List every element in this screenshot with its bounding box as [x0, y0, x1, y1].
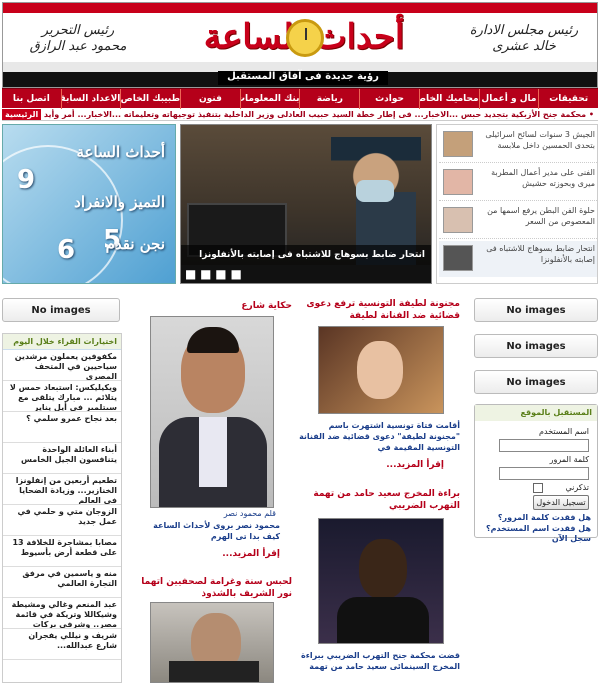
mask-graphic — [356, 180, 394, 202]
nav-item-archive[interactable]: الاعداد السابقة — [60, 89, 120, 109]
list-item[interactable]: أبناء العائلة الواحدة يتنافسون الجيل الخ… — [3, 443, 121, 474]
ticker-home-button[interactable]: الرئيسية — [2, 109, 42, 120]
clock-icon — [286, 19, 324, 57]
article-title[interactable]: حكاية شارع — [140, 300, 292, 312]
author-photo[interactable] — [150, 316, 274, 508]
nav-item-lawyer[interactable]: محاميك الخاص — [418, 89, 479, 109]
thumbnail — [443, 207, 473, 233]
nav-item-sports[interactable]: رياضة — [299, 89, 359, 109]
article-photo[interactable] — [150, 602, 274, 683]
suit-graphic — [337, 597, 429, 643]
hair-graphic — [187, 327, 239, 353]
list-item[interactable]: تطعيم أربعين من إنفلونزا الخنازير... وزي… — [3, 474, 121, 505]
news-ticker[interactable]: • محكمة جنح الأزبكية بتجديد حبس ...الاخب… — [2, 109, 598, 121]
ticker-text[interactable]: • محكمة جنح الأزبكية بتجديد حبس ...الاخب… — [2, 109, 594, 120]
shirt-graphic — [199, 417, 227, 487]
nav-item-doctor[interactable]: طبيبك الخاص — [120, 89, 180, 109]
site-header: رئيس التحرير محمود عبد الرازق أحداث السا… — [2, 2, 598, 88]
suit-graphic — [169, 661, 259, 682]
password-label: كلمة المرور — [549, 455, 589, 464]
read-more-link[interactable]: إقرأ المزيد... — [296, 460, 444, 470]
clock-numeral: 9 — [17, 165, 36, 195]
banner-line-2: التميز والانفراد — [74, 193, 165, 211]
remember-checkbox[interactable] — [533, 483, 543, 493]
chairman-title: رئيس مجلس الادارة — [469, 23, 579, 38]
login-button[interactable]: تسجيل الدخول — [533, 495, 589, 510]
list-item-text[interactable]: الجيش 3 سنوات لسائح اسرائيلى بتحدى الحمس… — [477, 129, 595, 151]
editor-title: رئيس التحرير — [41, 23, 115, 38]
nav-item-investigations[interactable]: تحقيقات — [538, 89, 598, 109]
readers-picks-header: اختيارات القراء خلال اليوم — [3, 334, 121, 350]
thumbnail — [443, 131, 473, 157]
remember-label: تذكرني — [565, 483, 589, 492]
list-item[interactable]: شريف و نيللي يفجران شارع عبدالله... — [3, 629, 121, 660]
list-item[interactable]: الزوجان متي و حلمي في عمل جديد — [3, 505, 121, 536]
main-nav: تحقيقات مال و أعمال محاميك الخاص حوادث ر… — [2, 88, 598, 109]
password-input[interactable] — [499, 467, 589, 480]
list-item[interactable]: حلوة الفن البطن يرفع اسمها من المعصوص من… — [439, 203, 597, 239]
clock-numeral: 6 — [57, 235, 76, 265]
list-item[interactable]: الجيش 3 سنوات لسائح اسرائيلى بتحدى الحمس… — [439, 127, 597, 163]
list-item[interactable]: مكفوفين يعملون مرشدين سياحيين في المتحف … — [3, 350, 121, 381]
article-title[interactable]: براءة المخرج سعيد حامد من تهمة التهرب ال… — [296, 488, 460, 512]
list-item-text[interactable]: حلوة الفن البطن يرفع اسمها من المعصوص من… — [477, 205, 595, 227]
thumbnail — [443, 245, 473, 271]
forgot-username-text[interactable]: هل فقدت اسم المستخدم؟ — [486, 524, 591, 533]
photo-caption: قلم محمود نصر — [223, 509, 276, 518]
nav-item-contact[interactable]: اتصل بنا — [2, 89, 61, 109]
nav-item-arts[interactable]: فنون — [180, 89, 240, 109]
read-more-link[interactable]: إقرأ المزيد... — [140, 549, 280, 559]
article-photo[interactable] — [318, 326, 444, 414]
list-item-text[interactable]: الفنى على مدير أعمال المطربة ميرى وبحوزت… — [477, 167, 595, 189]
featured-caption[interactable]: انتحار ضابط بسوهاج للاشتباه فى إصابته با… — [181, 245, 431, 265]
chairman-block: رئيس مجلس الادارة خالد عشرى — [469, 23, 579, 55]
face-graphic — [357, 341, 403, 399]
no-images-box: No images — [474, 298, 598, 322]
list-item[interactable]: منه و ياسمين في مرفق التجارة العالمي — [3, 567, 121, 598]
list-item[interactable]: الفنى على مدير أعمال المطربة ميرى وبحوزت… — [439, 165, 597, 201]
list-item[interactable]: بعد نجاح عمرو سلمي ؟ — [3, 412, 121, 443]
forgot-password-link[interactable]: هل فقدت كلمة المرور؟ — [479, 513, 591, 523]
site-slogan: رؤية جديدة فى آفاق المستقبل — [218, 71, 388, 85]
page: رئيس التحرير محمود عبد الرازق أحداث السا… — [0, 0, 600, 683]
forgot-username-link[interactable]: هل فقدت اسم المستخدم؟ سجل الآن — [479, 524, 591, 544]
banner-line-1: أحداث الساعة — [76, 143, 165, 161]
featured-photo[interactable]: انتحار ضابط بسوهاج للاشتباه فى إصابته با… — [180, 124, 432, 284]
nav-item-accidents[interactable]: حوادث — [359, 89, 419, 109]
readers-picks: اختيارات القراء خلال اليوم مكفوفين يعملو… — [2, 333, 122, 683]
chairman-name: خالد عشرى — [492, 39, 556, 54]
article-title[interactable]: مجنونة لطيفة التونسية ترفع دعوى قضائية ض… — [296, 298, 460, 322]
thumbnail — [443, 169, 473, 195]
list-item[interactable]: انتحار ضابط بسوهاج للاشتباه فى إصابته با… — [439, 241, 597, 277]
no-images-box: No images — [474, 334, 598, 358]
face-graphic — [359, 539, 407, 599]
article-photo[interactable] — [318, 518, 444, 644]
slider-dots[interactable]: ■ ■ ■ ■ — [181, 265, 431, 283]
register-link[interactable]: سجل الآن — [552, 534, 591, 543]
list-item[interactable]: ويكيليكس: استبعاد حمس لا يتلائم ... مبار… — [3, 381, 121, 412]
list-item[interactable]: عبد المنعم وغالي ومشيطة وشيكاللا وتريكة … — [3, 598, 121, 629]
top-news-list: الجيش 3 سنوات لسائح اسرائيلى بتحدى الحمس… — [436, 124, 598, 284]
login-box: المستقبل بالموقع اسم المستخدم كلمة المرو… — [474, 404, 598, 543]
list-item-text[interactable]: انتحار ضابط بسوهاج للاشتباه فى إصابته با… — [477, 243, 595, 265]
username-label: اسم المستخدم — [539, 427, 589, 436]
promo-banner: 9 6 5 أحداث الساعة التميز والانفراد نجن … — [2, 124, 176, 284]
username-input[interactable] — [499, 439, 589, 452]
article-title[interactable]: لحبس سنة وغرامة لصحفيين اتهما نور الشريف… — [136, 576, 292, 600]
editor-block: رئيس التحرير محمود عبد الرازق — [23, 23, 133, 55]
nav-item-business[interactable]: مال و أعمال — [478, 89, 539, 109]
editor-name: محمود عبد الرازق — [29, 39, 127, 54]
article-summary[interactable]: أقامت فتاة تونسية اشتهرت باسم "مجنونة لط… — [296, 420, 460, 453]
no-images-box: No images — [2, 298, 120, 322]
login-header: المستقبل بالموقع — [475, 405, 597, 421]
banner-line-3: نجن نقدم — [105, 235, 165, 253]
article-summary[interactable]: قضت محكمة جنح التهرب الضريبي ببراءة المخ… — [296, 650, 460, 672]
article-summary[interactable]: محمود نصر بروى لأحداث الساعة كيف بدا تى … — [140, 520, 280, 542]
list-item[interactable]: مصابا بمشاجرة للخلافة 13 على قطعة أرض بأ… — [3, 536, 121, 567]
nav-item-info-bank[interactable]: بنك المعلومات — [239, 89, 299, 109]
no-images-box: No images — [474, 370, 598, 394]
